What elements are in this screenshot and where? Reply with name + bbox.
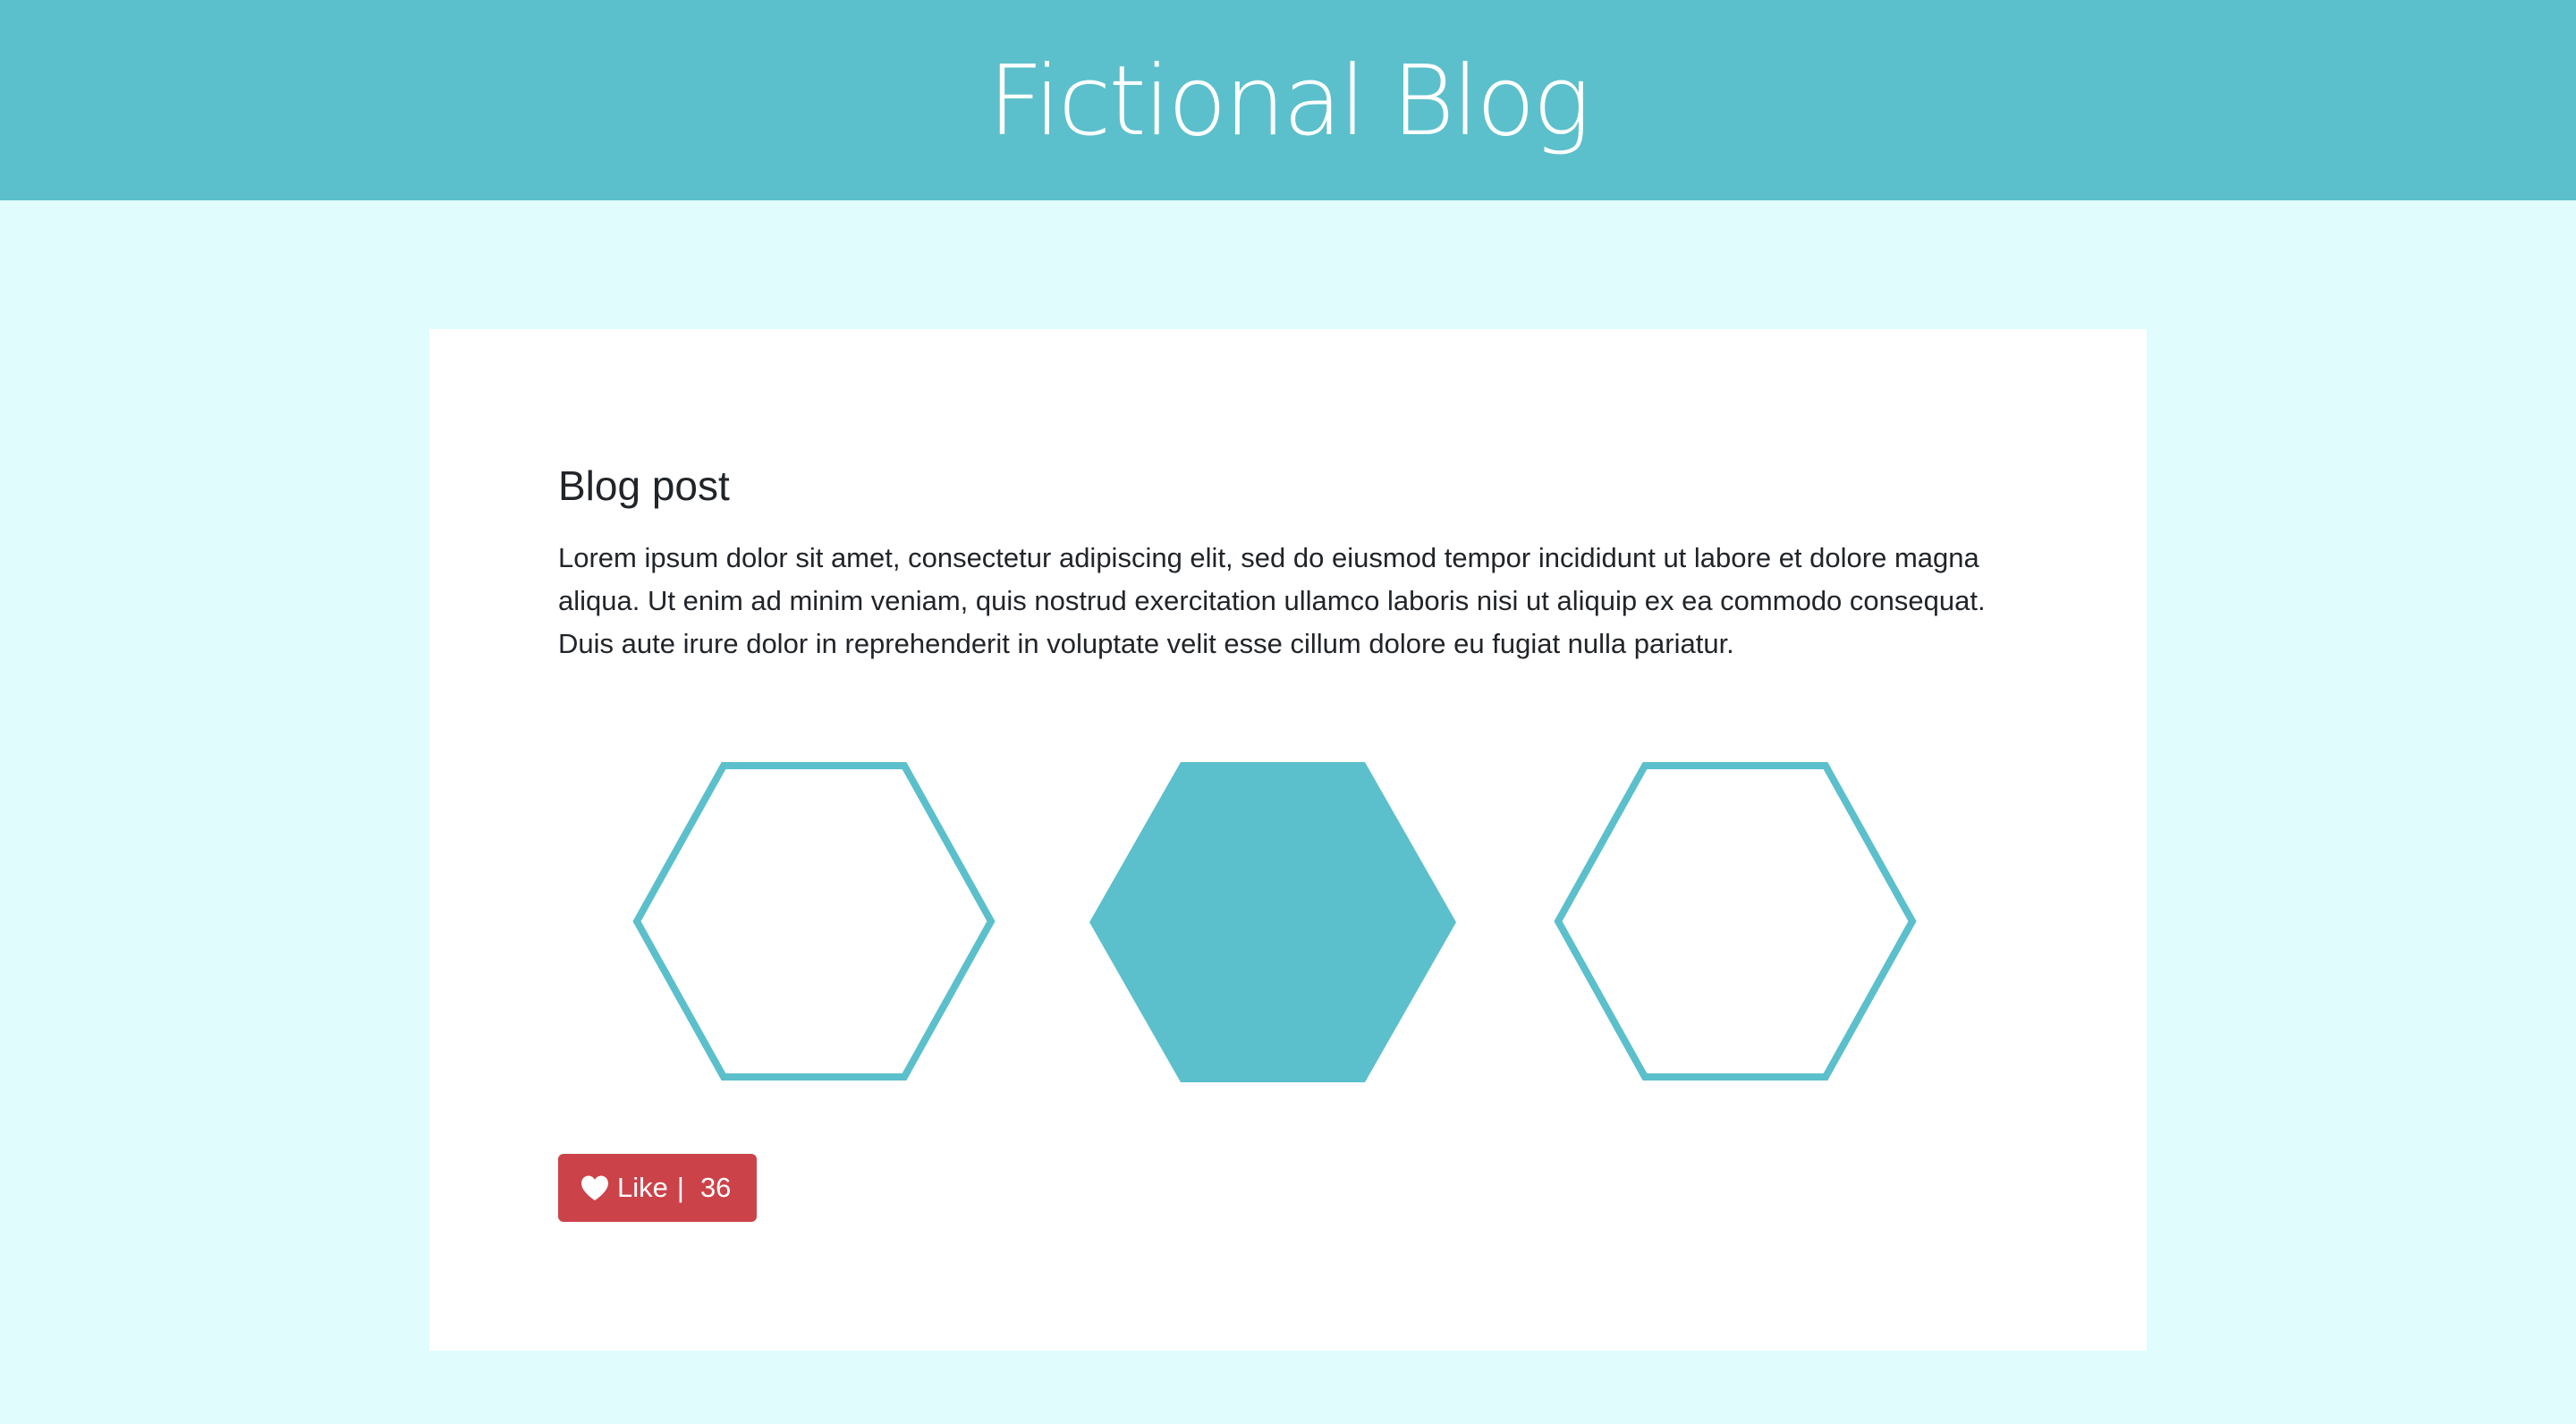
post-title: Blog post (558, 462, 730, 509)
like-count: 36 (699, 1172, 732, 1203)
hexagon-filled-center (1089, 762, 1456, 1082)
post-body: Lorem ipsum dolor sit amet, consectetur … (558, 542, 1986, 659)
blog-post-card: Blog post Lorem ipsum dolor sit amet, co… (429, 329, 2147, 1351)
like-separator: | (676, 1172, 684, 1203)
like-button[interactable]: Like | 36 (558, 1154, 757, 1222)
heart-icon (581, 1175, 608, 1200)
like-label: Like (617, 1172, 668, 1203)
site-title: Fictional Blog (987, 46, 1591, 157)
hexagon-outline-right (1554, 762, 1917, 1081)
hexagon-outline-left (632, 762, 996, 1081)
site-header: Fictional Blog (0, 0, 2576, 200)
